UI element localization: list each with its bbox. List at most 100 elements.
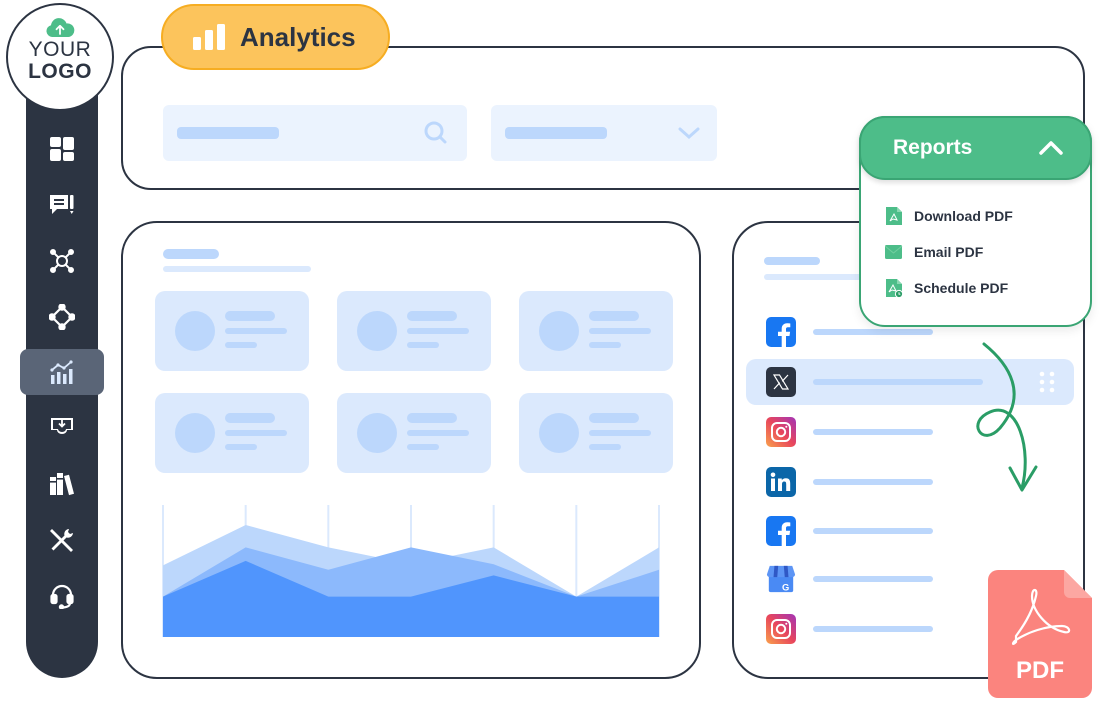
dropdown-value	[505, 127, 607, 139]
card-line	[225, 430, 287, 436]
panel-title-placeholder	[163, 249, 219, 259]
stat-card[interactable]	[155, 291, 309, 371]
email-pdf-item[interactable]: Email PDF	[885, 242, 983, 262]
card-line	[407, 328, 469, 334]
card-line	[589, 311, 639, 321]
reports-toggle-button[interactable]: Reports	[859, 116, 1092, 180]
panel-subtitle-placeholder	[764, 274, 874, 280]
search-placeholder	[177, 127, 279, 139]
sidebar-item-library[interactable]	[20, 461, 104, 507]
sidebar-item-feedback[interactable]	[20, 182, 104, 228]
grid-icon	[50, 137, 74, 161]
analytics-chart-icon	[50, 360, 73, 384]
logo-text-line1: YOUR	[28, 38, 92, 61]
account-name-placeholder	[813, 429, 933, 435]
sidebar-item-dashboard[interactable]	[20, 126, 104, 172]
account-name-placeholder	[813, 626, 933, 632]
card-line	[407, 413, 457, 423]
area-chart	[162, 505, 660, 637]
stat-card[interactable]	[155, 393, 309, 473]
card-line	[407, 311, 457, 321]
canvas: YOUR LOGO Analytics G Reports Download P…	[0, 0, 1108, 702]
card-line	[225, 328, 287, 334]
instagram-icon	[766, 614, 796, 644]
curly-arrow-icon	[976, 342, 1038, 492]
sidebar-item-tools[interactable]	[20, 517, 104, 563]
card-line	[589, 413, 639, 423]
card-avatar	[175, 311, 215, 351]
download-pdf-item[interactable]: Download PDF	[885, 206, 1013, 226]
chevron-up-icon[interactable]	[1038, 140, 1064, 156]
headset-icon	[50, 584, 74, 609]
nodes-icon	[49, 304, 75, 330]
panel-title-placeholder	[764, 257, 820, 265]
dashboard-panel	[121, 221, 701, 679]
stat-card[interactable]	[519, 393, 673, 473]
stat-card[interactable]	[519, 291, 673, 371]
card-line	[225, 342, 257, 348]
pdf-schedule-icon	[886, 279, 903, 298]
linkedin-icon	[766, 467, 796, 497]
google-business-icon: G	[766, 564, 796, 594]
inbox-download-icon	[51, 418, 73, 438]
sidebar-item-inbox[interactable]	[20, 405, 104, 451]
books-icon	[50, 473, 74, 496]
card-line	[589, 328, 651, 334]
cloud-upload-icon	[46, 18, 75, 37]
account-name-placeholder	[813, 379, 983, 385]
pdf-file-icon	[886, 207, 902, 225]
card-line	[225, 413, 275, 423]
card-line	[407, 444, 439, 450]
tools-icon	[50, 529, 73, 552]
filter-dropdown[interactable]	[491, 105, 717, 161]
account-name-placeholder	[813, 576, 933, 582]
reports-label: Reports	[893, 136, 973, 159]
sidebar-item-network[interactable]	[20, 238, 104, 284]
schedule-pdf-item[interactable]: Schedule PDF	[885, 278, 1008, 298]
pdf-label: PDF	[1016, 657, 1064, 684]
card-line	[225, 311, 275, 321]
sidebar-item-analytics[interactable]	[20, 349, 104, 395]
card-line	[589, 444, 621, 450]
card-avatar	[175, 413, 215, 453]
account-name-placeholder	[813, 479, 933, 485]
chevron-down-icon[interactable]	[677, 123, 701, 143]
report-item-label: Email PDF	[914, 244, 984, 260]
logo[interactable]: YOUR LOGO	[6, 3, 114, 111]
page-title: Analytics	[240, 21, 356, 52]
account-name-placeholder	[813, 528, 933, 534]
card-avatar	[539, 413, 579, 453]
facebook-icon	[766, 516, 796, 546]
svg-text:G: G	[782, 582, 789, 592]
stat-card[interactable]	[337, 291, 491, 371]
card-line	[407, 342, 439, 348]
email-icon	[885, 245, 903, 259]
logo-text-line2: LOGO	[28, 60, 92, 83]
stat-card[interactable]	[337, 393, 491, 473]
sidebar-item-support[interactable]	[20, 573, 104, 619]
hub-icon	[50, 249, 74, 273]
search-icon[interactable]	[423, 120, 449, 146]
card-avatar	[357, 311, 397, 351]
report-item-label: Schedule PDF	[914, 280, 1009, 296]
pdf-file-icon: PDF	[988, 570, 1092, 698]
instagram-icon	[766, 417, 796, 447]
panel-subtitle-placeholder	[163, 266, 311, 272]
card-avatar	[539, 311, 579, 351]
account-name-placeholder	[813, 329, 933, 335]
bar-chart-icon	[193, 24, 225, 50]
card-line	[589, 342, 621, 348]
card-avatar	[357, 413, 397, 453]
sidebar-item-integrations[interactable]	[20, 294, 104, 340]
reports-dropdown: Reports Download PDF Email PDF Schedule …	[859, 116, 1092, 327]
report-item-label: Download PDF	[914, 208, 1013, 224]
facebook-icon	[766, 317, 796, 347]
card-line	[407, 430, 469, 436]
analytics-header: Analytics	[161, 4, 390, 70]
search-input[interactable]	[163, 105, 467, 161]
x-twitter-icon	[766, 367, 796, 397]
social-account-row[interactable]	[746, 508, 1074, 554]
card-line	[589, 430, 651, 436]
comment-alert-icon	[50, 195, 74, 214]
card-line	[225, 444, 257, 450]
